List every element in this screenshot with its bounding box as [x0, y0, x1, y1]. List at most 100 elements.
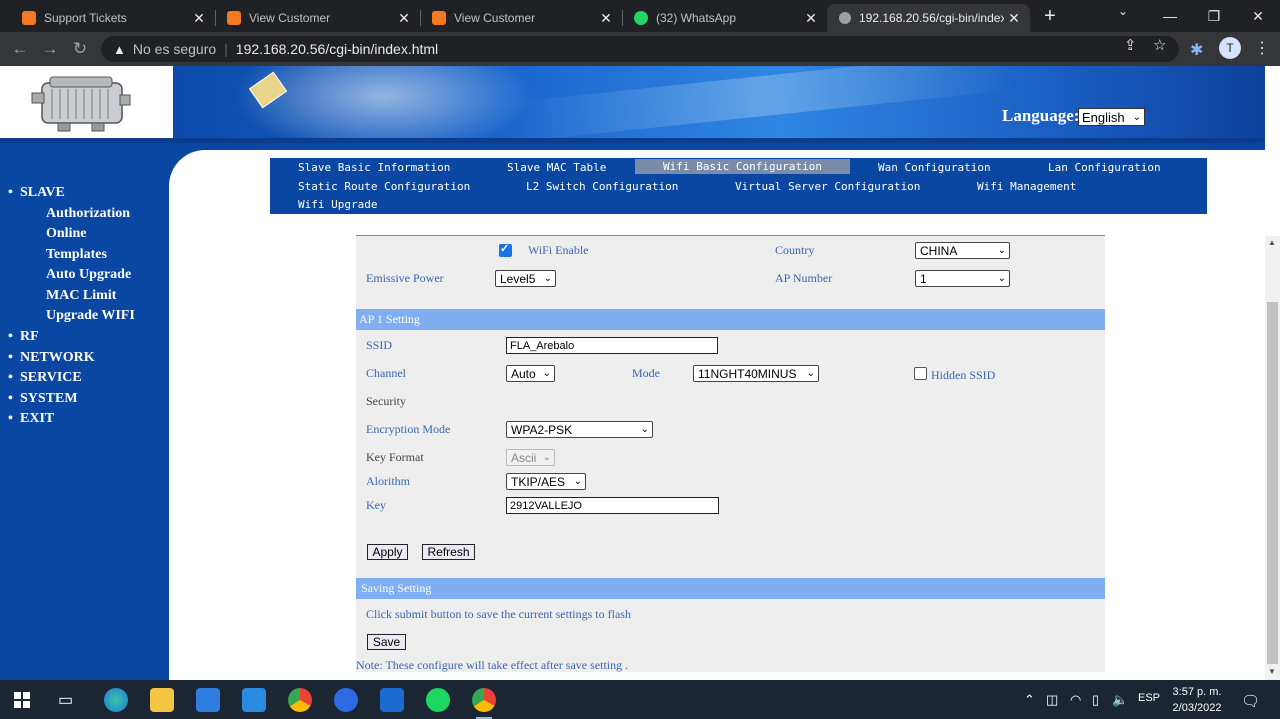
windows-taskbar: ▭ ⌃ ◫ ◠ ▯ 🔈 ESP 3:57 p. m. 2/03/2022 🗨	[0, 680, 1280, 719]
chevron-down-icon: ⌄	[573, 476, 582, 487]
notifications-icon[interactable]: 🗨	[1241, 692, 1260, 710]
key-label: Key	[366, 498, 386, 512]
nav-virtual-server-configuration[interactable]: Virtual Server Configuration	[735, 180, 920, 193]
key-format-label: Key Format	[366, 450, 424, 464]
nav-wifi-upgrade[interactable]: Wifi Upgrade	[298, 198, 377, 211]
divider: |	[224, 41, 228, 57]
nav-wifi-basic-configuration[interactable]: Wifi Basic Configuration	[635, 159, 850, 174]
close-icon[interactable]: ✕	[596, 10, 616, 27]
refresh-button[interactable]: Refresh	[422, 544, 475, 560]
close-icon[interactable]: ✕	[189, 10, 209, 27]
task-view-icon[interactable]: ▭	[58, 690, 73, 710]
spotify-icon[interactable]	[426, 688, 450, 712]
warning-triangle-icon[interactable]: ▲	[113, 42, 126, 57]
encryption-mode-select[interactable]: WPA2-PSK ⌄	[506, 421, 653, 438]
page-scrollbar[interactable]: ▲ ▼	[1265, 236, 1280, 680]
sidebar-item-rf[interactable]: RF	[8, 329, 38, 345]
store-icon[interactable]	[196, 688, 220, 712]
close-icon[interactable]: ✕	[394, 10, 414, 27]
clock[interactable]: 3:57 p. m. 2/03/2022	[1164, 684, 1230, 716]
sidebar-item-service[interactable]: SERVICE	[8, 370, 82, 386]
nav-slave-basic-information[interactable]: Slave Basic Information	[298, 161, 450, 174]
chrome-icon[interactable]	[288, 688, 312, 712]
scroll-down-arrow-icon[interactable]: ▼	[1268, 667, 1276, 676]
sidebar-item-exit[interactable]: EXIT	[8, 411, 54, 427]
app-icon[interactable]	[334, 688, 358, 712]
sidebar-item-slave[interactable]: SLAVE	[8, 185, 65, 201]
mail-icon[interactable]	[242, 688, 266, 712]
nav-l2-switch-configuration[interactable]: L2 Switch Configuration	[526, 180, 678, 193]
save-button[interactable]: Save	[367, 634, 406, 650]
more-menu-icon[interactable]: ⋮	[1254, 38, 1270, 58]
sidebar-item-mac-limit[interactable]: MAC Limit	[46, 288, 116, 304]
key-input[interactable]: 2912VALLEJO	[506, 497, 719, 514]
mode-label: Mode	[632, 366, 660, 380]
nav-slave-mac-table[interactable]: Slave MAC Table	[507, 161, 606, 174]
minimize-icon[interactable]: —	[1148, 0, 1192, 32]
nav-wan-configuration[interactable]: Wan Configuration	[878, 161, 991, 174]
edge-icon[interactable]	[104, 688, 128, 712]
sidebar-item-network[interactable]: NETWORK	[8, 350, 95, 366]
nav-wifi-management[interactable]: Wifi Management	[977, 180, 1076, 193]
mode-select[interactable]: 11NGHT40MINUS ⌄	[693, 365, 819, 382]
wifi-icon[interactable]: ◠	[1070, 692, 1081, 708]
sidebar-item-upgrade-wifi[interactable]: Upgrade WIFI	[46, 308, 135, 324]
remote-desktop-icon[interactable]	[380, 688, 404, 712]
encryption-mode-label: Encryption Mode	[366, 422, 451, 436]
language-select[interactable]: English ⌄	[1078, 108, 1145, 126]
address-bar[interactable]: ▲ No es seguro | 192.168.20.56/cgi-bin/i…	[101, 36, 1179, 62]
browser-tab[interactable]: (32) WhatsApp ✕	[622, 4, 827, 32]
reload-icon[interactable]: ↻	[70, 39, 90, 59]
algorithm-value: TKIP/AES	[511, 474, 566, 489]
sidebar-item-auto-upgrade[interactable]: Auto Upgrade	[46, 267, 131, 283]
ssid-input[interactable]: FLA_Arebalo	[506, 337, 718, 354]
sidebar-item-templates[interactable]: Templates	[46, 247, 107, 263]
sidebar-item-online[interactable]: Online	[46, 226, 86, 242]
new-tab-plus-icon[interactable]: +	[1040, 6, 1060, 26]
xampp-icon	[22, 11, 36, 25]
algorithm-label: Alorithm	[366, 474, 410, 488]
browser-tab[interactable]: Support Tickets ✕	[10, 4, 215, 32]
nav-lan-configuration[interactable]: Lan Configuration	[1048, 161, 1161, 174]
chrome-running-icon[interactable]	[472, 688, 496, 719]
hidden-ssid-checkbox[interactable]	[914, 367, 927, 380]
close-icon[interactable]: ✕	[1004, 10, 1024, 27]
window-close-icon[interactable]: ✕	[1236, 0, 1280, 32]
share-icon[interactable]: ⇪	[1124, 36, 1137, 54]
wifi-enable-checkbox[interactable]	[499, 242, 512, 257]
profile-avatar[interactable]: T	[1219, 37, 1241, 59]
channel-select[interactable]: Auto ⌄	[506, 365, 555, 382]
input-language[interactable]: ESP	[1138, 692, 1160, 704]
browser-tab-active[interactable]: 192.168.20.56/cgi-bin/index.h ✕	[827, 4, 1030, 32]
device-logo-image	[31, 76, 131, 132]
file-explorer-icon[interactable]	[150, 688, 174, 712]
key-format-value: Ascii	[511, 450, 537, 465]
scroll-up-arrow-icon[interactable]: ▲	[1268, 238, 1276, 247]
browser-tab[interactable]: View Customer ✕	[215, 4, 420, 32]
ap-number-select[interactable]: 1 ⌄	[915, 270, 1010, 287]
windows-start-icon[interactable]	[14, 692, 30, 708]
battery-icon[interactable]: ▯	[1092, 692, 1099, 708]
url-text[interactable]: 192.168.20.56/cgi-bin/index.html	[236, 41, 438, 57]
chevron-up-icon[interactable]: ⌃	[1024, 692, 1035, 708]
browser-tab[interactable]: View Customer ✕	[420, 4, 622, 32]
back-arrow-icon[interactable]: ←	[10, 39, 30, 59]
globe-icon	[839, 12, 851, 24]
extensions-puzzle-icon[interactable]: ✱	[1190, 40, 1203, 60]
forward-arrow-icon[interactable]: →	[40, 39, 60, 59]
scrollbar-thumb[interactable]	[1267, 302, 1278, 664]
apply-button[interactable]: Apply	[367, 544, 408, 560]
algorithm-select[interactable]: TKIP/AES ⌄	[506, 473, 586, 490]
sidebar-item-system[interactable]: SYSTEM	[8, 391, 77, 407]
security-status[interactable]: No es seguro	[133, 41, 216, 57]
restore-icon[interactable]: ❐	[1192, 0, 1236, 32]
sidebar-item-authorization[interactable]: Authorization	[46, 206, 130, 222]
tab-search-chevron-icon[interactable]: ⌄	[1118, 4, 1128, 18]
meet-now-icon[interactable]: ◫	[1046, 692, 1058, 708]
nav-static-route-configuration[interactable]: Static Route Configuration	[298, 180, 470, 193]
bookmark-star-icon[interactable]: ☆	[1153, 36, 1166, 54]
emissive-power-select[interactable]: Level5 ⌄	[495, 270, 556, 287]
volume-icon[interactable]: 🔈	[1112, 692, 1128, 708]
close-icon[interactable]: ✕	[801, 10, 821, 27]
country-select[interactable]: CHINA ⌄	[915, 242, 1010, 259]
